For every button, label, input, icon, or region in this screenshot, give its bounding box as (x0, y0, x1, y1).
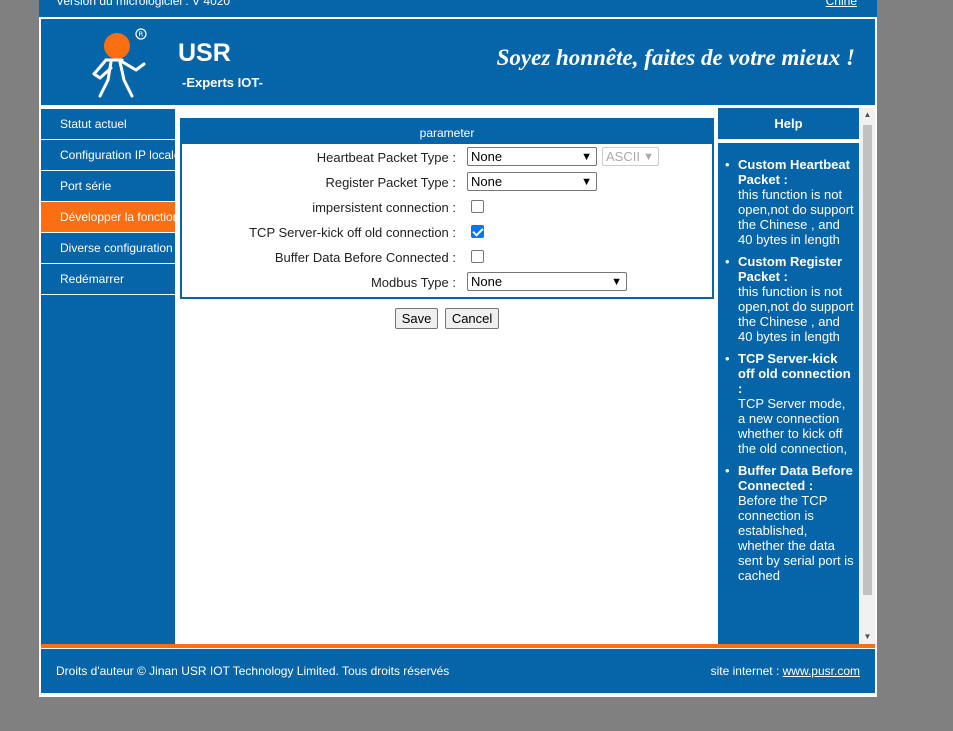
chevron-down-icon: ▼ (643, 151, 654, 163)
modbus-type-select[interactable]: None ▼ (467, 272, 627, 291)
buffer-label: Buffer Data Before Connected : (274, 250, 456, 265)
help-item-desc: TCP Server mode, a new connection whethe… (738, 396, 848, 456)
website-link[interactable]: www.pusr.com (783, 664, 860, 678)
register-row: Register Packet Type : None ▼ (182, 169, 712, 194)
modbus-type-value: None (471, 274, 503, 289)
help-item-desc: Before the TCP connection is established… (738, 493, 854, 583)
help-item-desc: this function is not open,not do support… (738, 284, 854, 344)
impersistent-row: impersistent connection : (182, 194, 712, 219)
impersistent-label: impersistent connection : (312, 200, 456, 215)
help-title: Help (718, 108, 859, 139)
help-item: Custom Register Packet : this function i… (722, 254, 855, 344)
impersistent-checkbox[interactable] (471, 200, 484, 213)
footer: Droits d'auteur © Jinan USR IOT Technolo… (41, 649, 875, 693)
help-item-desc: this function is not open,not do support… (738, 187, 854, 247)
kickoff-label: TCP Server-kick off old connection : (249, 225, 456, 240)
scroll-up-icon[interactable]: ▲ (860, 108, 875, 122)
website-label: site internet : (710, 664, 780, 678)
help-item: TCP Server-kick off old connection : TCP… (722, 351, 855, 456)
header: R USR -Experts IOT- Soyez honnête, faite… (41, 19, 875, 105)
sidebar-nav: Statut actuel Configuration IP locale Po… (41, 109, 175, 644)
cancel-button[interactable]: Cancel (444, 308, 500, 329)
sidebar-item-developper[interactable]: Développer la fonction (41, 202, 175, 233)
scrollbar-thumb[interactable] (863, 125, 872, 595)
register-label: Register Packet Type : (325, 175, 456, 190)
sidebar-item-statut[interactable]: Statut actuel (41, 109, 175, 140)
help-scrollbar[interactable]: ▲ ▼ (860, 108, 875, 644)
register-type-select[interactable]: None ▼ (467, 172, 597, 191)
sidebar-item-port-serie[interactable]: Port série (41, 171, 175, 202)
heartbeat-type-value: None (471, 149, 503, 164)
buffer-checkbox[interactable] (471, 250, 484, 263)
sidebar-item-diverse[interactable]: Diverse configuration (41, 233, 175, 264)
sidebar-item-redemarrer[interactable]: Redémarrer (41, 264, 175, 295)
page-frame: R USR -Experts IOT- Soyez honnête, faite… (39, 17, 877, 697)
firmware-version: Version du micrologiciel : V 4020 (56, 0, 231, 8)
scroll-down-icon[interactable]: ▼ (860, 630, 875, 644)
modbus-row: Modbus Type : None ▼ (182, 269, 712, 294)
save-button[interactable]: Save (394, 308, 439, 329)
panel-title: parameter (182, 120, 712, 144)
heartbeat-type-select[interactable]: None ▼ (467, 147, 597, 166)
slogan: Soyez honnête, faites de votre mieux ! (496, 45, 855, 70)
chevron-down-icon: ▼ (581, 151, 592, 163)
website-info: site internet : www.pusr.com (711, 664, 860, 678)
usr-logo-icon: R (92, 28, 147, 98)
help-item-title: Custom Heartbeat Packet : (738, 157, 850, 187)
form-buttons: Save Cancel (180, 308, 714, 329)
help-item-title: Custom Register Packet : (738, 254, 843, 284)
heartbeat-label: Heartbeat Packet Type : (316, 150, 456, 165)
parameter-panel: parameter Heartbeat Packet Type : None ▼… (180, 118, 714, 299)
help-item: Custom Heartbeat Packet : this function … (722, 157, 855, 247)
kickoff-row: TCP Server-kick off old connection : (182, 219, 712, 244)
heartbeat-row: Heartbeat Packet Type : None ▼ ASCII ▼ (182, 144, 712, 169)
chevron-down-icon: ▼ (611, 276, 622, 288)
brand-name: USR (178, 39, 231, 67)
sidebar-item-ip-config[interactable]: Configuration IP locale (41, 140, 175, 171)
main-content: parameter Heartbeat Packet Type : None ▼… (180, 118, 714, 329)
register-type-value: None (471, 174, 503, 189)
help-item-title: Buffer Data Before Connected : (738, 463, 853, 493)
top-strip: Version du micrologiciel : V 4020 Chine (39, 0, 877, 17)
heartbeat-format-value: ASCII (606, 149, 640, 164)
help-panel: Custom Heartbeat Packet : this function … (718, 143, 859, 644)
help-item-title: TCP Server-kick off old connection : (738, 351, 851, 396)
help-item: Buffer Data Before Connected : Before th… (722, 463, 855, 583)
modbus-label: Modbus Type : (370, 275, 456, 290)
chevron-down-icon: ▼ (581, 176, 592, 188)
brand-tagline: -Experts IOT- (182, 75, 263, 90)
heartbeat-format-select: ASCII ▼ (602, 147, 659, 166)
footer-divider (41, 644, 875, 648)
svg-text:R: R (139, 31, 144, 39)
language-link[interactable]: Chine (826, 0, 857, 8)
kickoff-checkbox[interactable] (471, 225, 484, 238)
copyright-text: Droits d'auteur © Jinan USR IOT Technolo… (56, 664, 450, 678)
buffer-row: Buffer Data Before Connected : (182, 244, 712, 269)
